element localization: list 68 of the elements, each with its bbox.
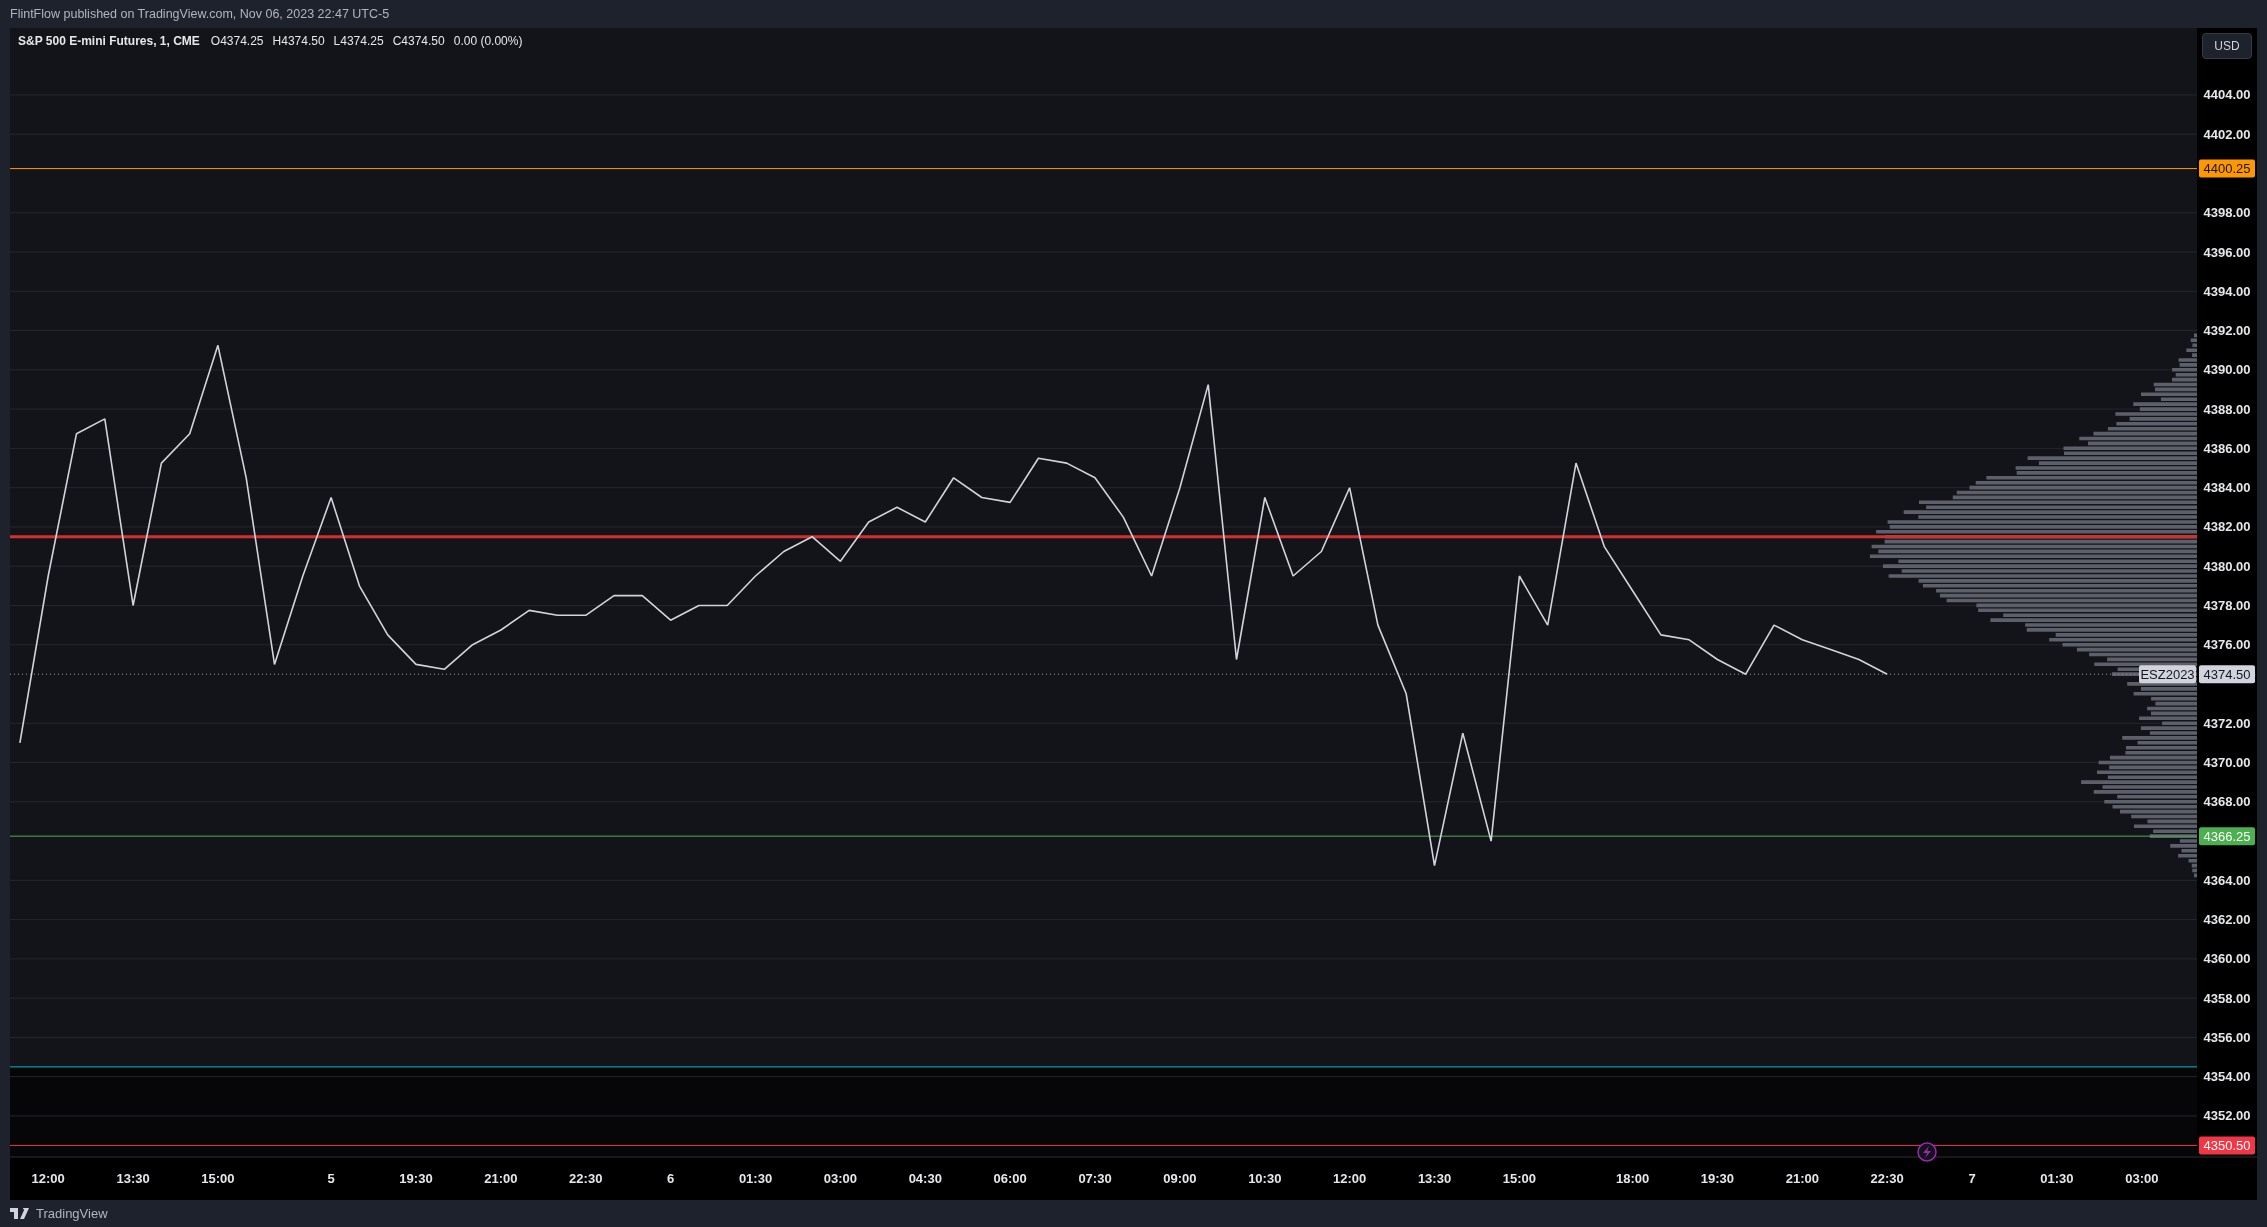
time-tick-label: 10:30 <box>1248 1171 1282 1186</box>
price-label: 4366.25 <box>2199 827 2255 846</box>
price-tick-label: 4382.00 <box>2203 519 2251 535</box>
price-tick-label: 4390.00 <box>2203 362 2251 378</box>
price-tick-label: 4362.00 <box>2203 912 2251 928</box>
time-tick-label: 21:00 <box>484 1171 518 1186</box>
symbol-label: ESZ2023 <box>2139 665 2196 684</box>
price-tick-label: 4380.00 <box>2203 558 2251 574</box>
time-tick-label: 01:30 <box>2040 1171 2074 1186</box>
lightning-icon[interactable] <box>1917 1142 1937 1162</box>
price-tick-label: 4354.00 <box>2203 1069 2251 1085</box>
time-tick-label: 01:30 <box>738 1171 773 1186</box>
time-tick-label: 07:30 <box>1078 1171 1112 1186</box>
time-tick-label: 15:00 <box>201 1171 235 1186</box>
time-tick-label: 5 <box>327 1171 335 1186</box>
ref-line-label: 4366.25 <box>2203 828 2251 844</box>
time-tick-label: 06:00 <box>993 1171 1027 1186</box>
time-tick-label: 18:00 <box>1615 1171 1650 1186</box>
time-tick-label: 13:30 <box>116 1171 150 1186</box>
price-tick-label: 4356.00 <box>2203 1029 2251 1045</box>
time-tick-label: 19:30 <box>1700 1171 1735 1186</box>
price-label: 4374.50 <box>2199 665 2255 684</box>
brand-name: TradingView <box>36 1206 108 1221</box>
ref-line-label: 4350.50 <box>2203 1137 2251 1153</box>
time-tick-label: 22:30 <box>569 1171 603 1186</box>
ohlc-value: L4374.25 <box>333 34 384 48</box>
price-tick-label: 4394.00 <box>2203 283 2251 299</box>
price-tick-label: 4398.00 <box>2203 205 2251 221</box>
price-tick-label: 4396.00 <box>2203 244 2251 260</box>
price-tick-label: 4360.00 <box>2203 951 2251 967</box>
time-tick-label: 13:30 <box>1417 1171 1452 1186</box>
logo-icon <box>10 1208 32 1219</box>
time-tick-label: 04:30 <box>908 1171 942 1186</box>
time-tick-label: 09:00 <box>1163 1171 1197 1186</box>
price-tick-label: 4392.00 <box>2203 323 2251 339</box>
price-tick-label: 4376.00 <box>2203 637 2251 653</box>
symbol-title: S&P 500 E-mini Futures, 1, CME <box>18 34 200 48</box>
currency-button[interactable]: USD <box>2202 33 2252 59</box>
price-tick-label: 4378.00 <box>2203 597 2251 613</box>
price-label: 4350.50 <box>2199 1136 2255 1155</box>
ref-line-label: 4400.25 <box>2203 161 2251 177</box>
time-tick-label: 6 <box>667 1171 675 1186</box>
price-tick-label: 4402.00 <box>2203 126 2251 142</box>
price-tick-label: 4388.00 <box>2203 401 2251 417</box>
price-tick-label: 4368.00 <box>2203 794 2251 810</box>
price-tick-label: 4372.00 <box>2203 715 2251 731</box>
time-tick-label: 7 <box>1968 1171 1976 1186</box>
ohlc-value: O4374.25 <box>210 34 264 48</box>
time-tick-label: 12:00 <box>31 1171 65 1186</box>
price-tick-label: 4364.00 <box>2203 872 2251 888</box>
ref-line-label: 4374.50 <box>2203 666 2251 682</box>
time-tick-label: 03:00 <box>823 1171 857 1186</box>
ohlc-value: H4374.50 <box>272 34 325 48</box>
price-tick-label: 4370.00 <box>2203 755 2251 771</box>
time-tick-label: 15:00 <box>1502 1171 1536 1186</box>
time-tick-label: 12:00 <box>1333 1171 1367 1186</box>
price-tick-label: 4384.00 <box>2203 480 2251 496</box>
price-tick-label: 4404.00 <box>2203 87 2251 103</box>
ohlc-value: 0.00 (0.00%) <box>453 34 523 48</box>
price-tick-label: 4352.00 <box>2203 1108 2251 1124</box>
price-tick-label: 4358.00 <box>2203 990 2251 1006</box>
publish-info: FlintFlow published on TradingView.com, Nov 06, 2023 22:47 UTC-5 <box>10 7 390 21</box>
ohlc-value: C4374.50 <box>392 34 445 48</box>
price-tick-label: 4386.00 <box>2203 440 2251 456</box>
time-tick-label: 21:00 <box>1785 1171 1819 1186</box>
time-tick-label: 19:30 <box>399 1171 433 1186</box>
time-tick-label: 22:30 <box>1870 1171 1904 1186</box>
time-tick-label: 03:00 <box>2125 1171 2159 1186</box>
